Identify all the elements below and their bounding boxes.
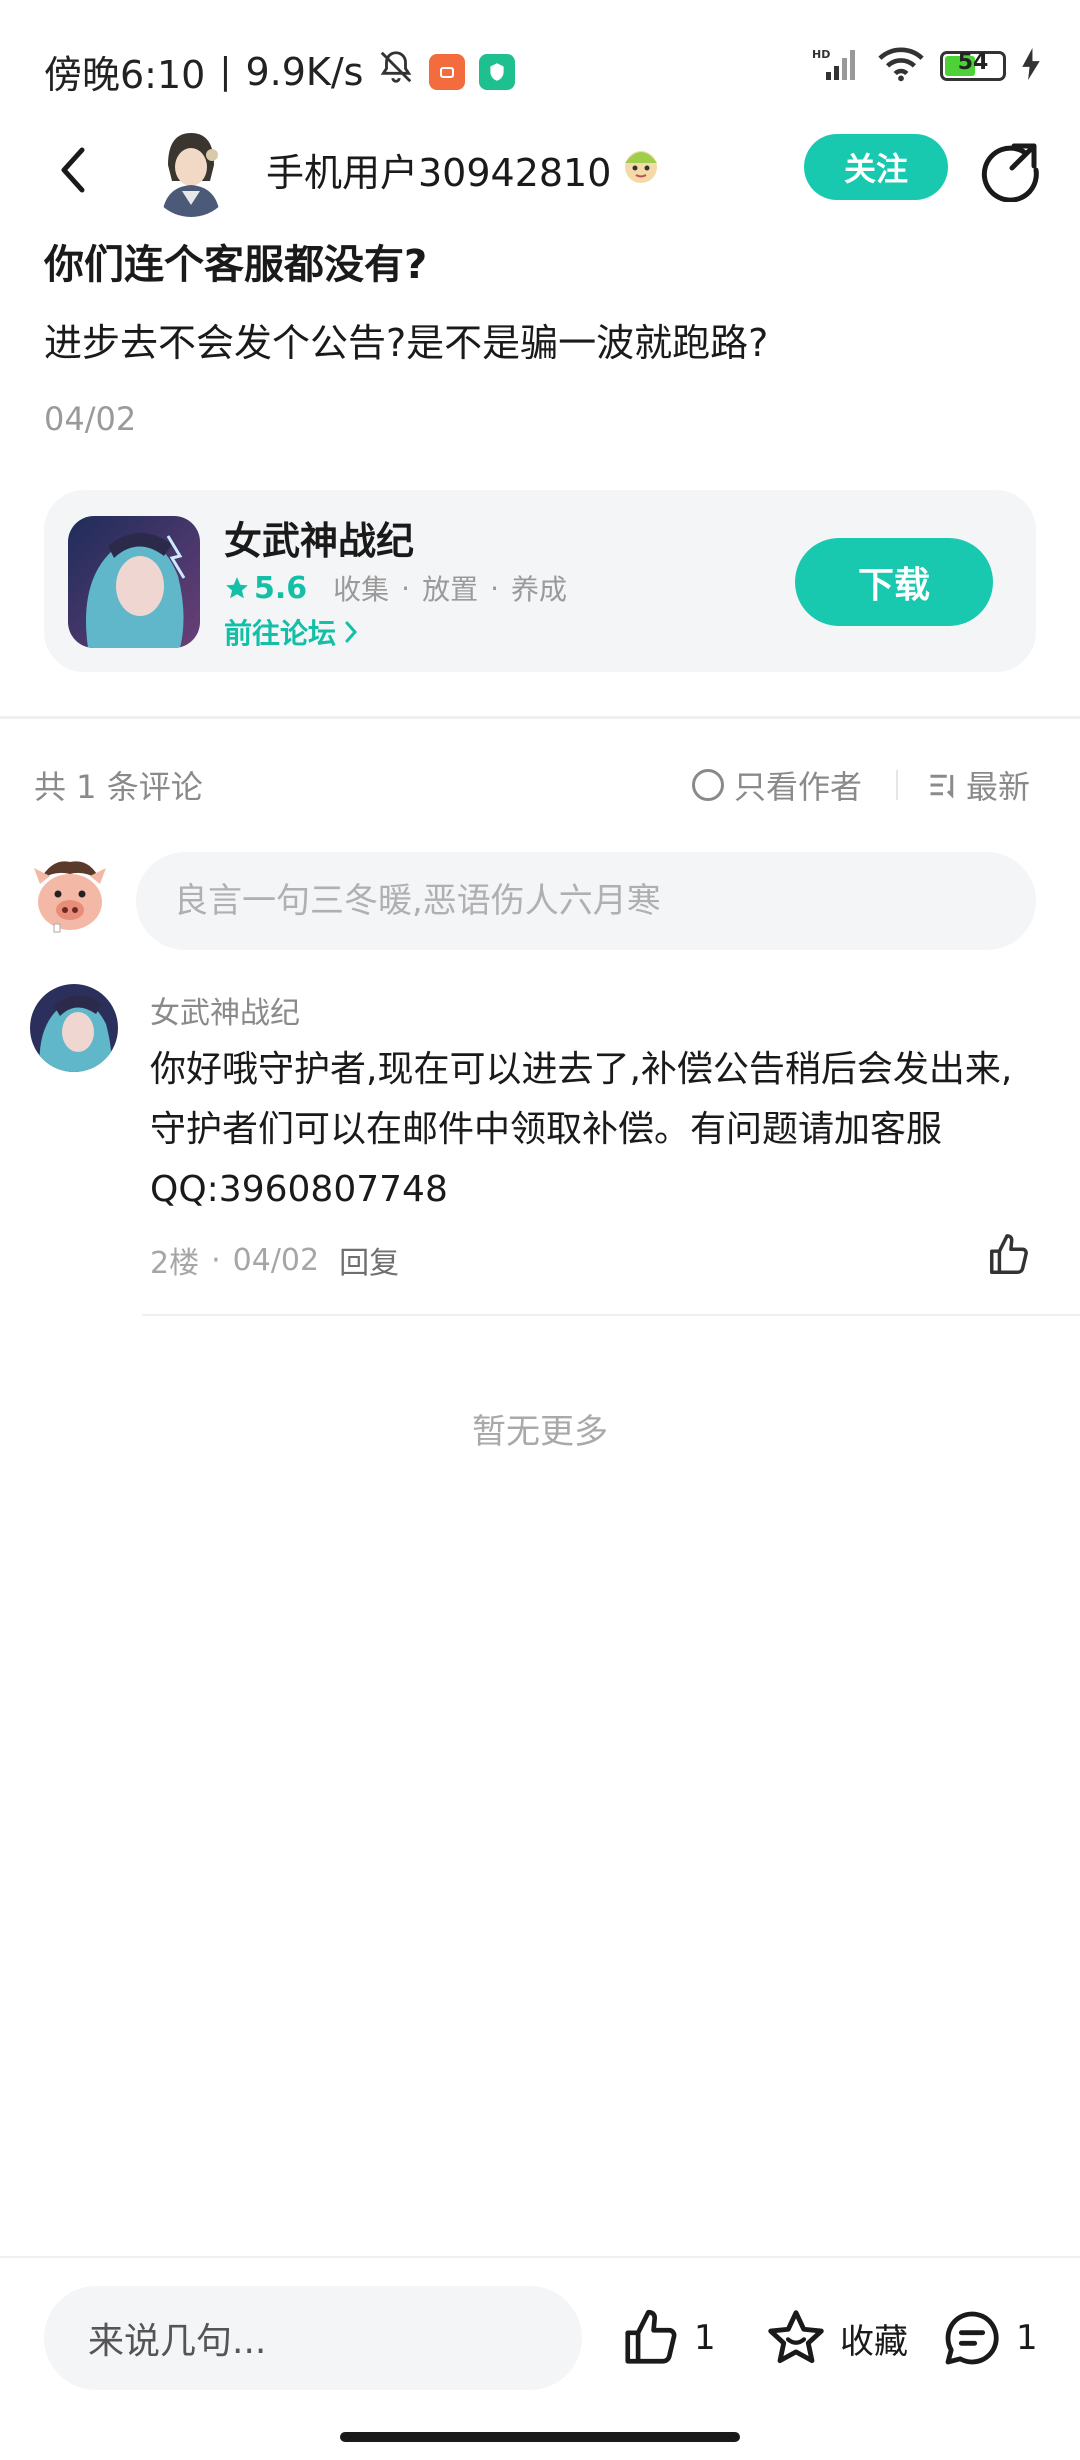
back-button[interactable] [48,140,98,200]
favorite-button[interactable]: 收藏 [764,2298,908,2378]
pig-avatar-icon [34,861,106,933]
post-date: 04/02 [44,400,137,438]
network-speed: 9.9K/s [245,49,364,94]
chevron-right-icon [345,621,358,643]
game-icon[interactable] [68,516,200,648]
status-left: 傍晚6:10 | 9.9K/s [44,44,516,99]
share-icon [981,143,1039,203]
comment-date: 04/02 [232,1242,320,1278]
status-separator: | [219,51,232,92]
share-button[interactable] [978,138,1042,203]
game-tag: 收集 [333,573,390,606]
shield-app-icon [479,53,516,90]
game-rating-value: 5.6 [254,570,308,606]
reply-button[interactable]: 回复 [339,1238,399,1282]
bell-off-icon [377,48,415,95]
author-only-label: 只看作者 [734,768,863,806]
home-indicator[interactable] [340,2432,740,2442]
comment-count-badge: 1 [1016,2318,1038,2358]
tag-dot: · [490,571,499,605]
radio-unchecked-icon [692,769,724,801]
forum-link-label: 前往论坛 [224,617,337,650]
comment-floor: 2楼 [150,1246,200,1281]
sort-label: 最新 [966,768,1031,806]
commenter-avatar[interactable] [30,984,118,1072]
post-body: 进步去不会发个公告?是不是骗一波就跑路? [44,321,769,365]
game-tag: 养成 [511,573,568,606]
author-name-text: 手机用户30942810 [266,151,612,195]
star-icon [226,577,248,599]
status-bar: 傍晚6:10 | 9.9K/s HD 54 [0,0,1080,130]
commenter-name[interactable]: 女武神战纪 [150,988,300,1032]
header: 手机用户30942810 关注 [0,120,1080,220]
comment-bubble-icon [945,2311,999,2365]
app-notification-icon [429,53,466,90]
comment-divider [142,1314,1080,1316]
star-outline-icon [768,2310,824,2364]
bottom-comment-input[interactable]: 来说几句... [44,2286,582,2390]
author-only-toggle[interactable]: 只看作者 [692,762,862,808]
game-card[interactable]: 女武神战纪 5.6 收集 · 放置 · 养成 前往论坛 下载 [44,490,1036,672]
comment-text: 你好哦守护者,现在可以进去了,补偿公告稍后会发出来,守护者们可以在邮件中领取补偿… [150,1049,1013,1210]
svg-text:HD: HD [812,48,830,61]
thumbs-up-icon [625,2309,677,2364]
battery-level: 54 [957,50,989,75]
post-title: 你们连个客服都没有? [44,242,428,288]
wifi-icon [878,46,924,86]
thumbs-up-icon [990,1234,1028,1274]
user-badge-icon [619,143,663,196]
meta-dot: · [211,1242,221,1278]
follow-button[interactable]: 关注 [804,134,948,200]
avatar-illustration [148,125,234,217]
sort-toggle[interactable]: 最新 [928,762,1030,808]
forum-link[interactable]: 前往论坛 [224,612,358,652]
comment-meta: 2楼 · 04/02 回复 [150,1238,399,1282]
author-avatar[interactable] [148,125,234,217]
status-right: HD 54 [812,46,1040,86]
game-avatar-illustration [30,984,118,1072]
sort-icon [930,774,954,799]
favorite-label: 收藏 [840,2321,908,2362]
game-rating: 5.6 [224,571,307,606]
like-button[interactable]: 1 [620,2298,716,2378]
battery-icon: 54 [940,50,1006,81]
comment-count: 共 1 条评论 [34,768,203,806]
author-name[interactable]: 手机用户30942810 [266,142,663,197]
hd-signal-icon: HD [812,46,862,86]
download-button[interactable]: 下载 [795,538,993,626]
comment-like-button[interactable] [986,1232,1032,1278]
vertical-separator [896,770,898,800]
game-meta: 5.6 收集 · 放置 · 养成 [224,568,567,608]
tag-dot: · [401,571,411,605]
bottom-divider [0,2256,1080,2258]
charging-icon [1022,48,1040,84]
game-tag: 放置 [422,573,479,606]
comment-input[interactable] [136,852,1036,950]
section-divider [0,716,1080,719]
comments-button[interactable]: 1 [940,2298,1038,2378]
no-more-text: 暂无更多 [472,1412,608,1452]
like-count: 1 [694,2318,716,2358]
status-time: 傍晚6:10 [44,53,206,97]
game-cover-art [68,516,200,648]
chevron-left-icon [61,147,85,193]
current-user-avatar[interactable] [32,854,108,934]
game-name: 女武神战纪 [224,519,415,563]
